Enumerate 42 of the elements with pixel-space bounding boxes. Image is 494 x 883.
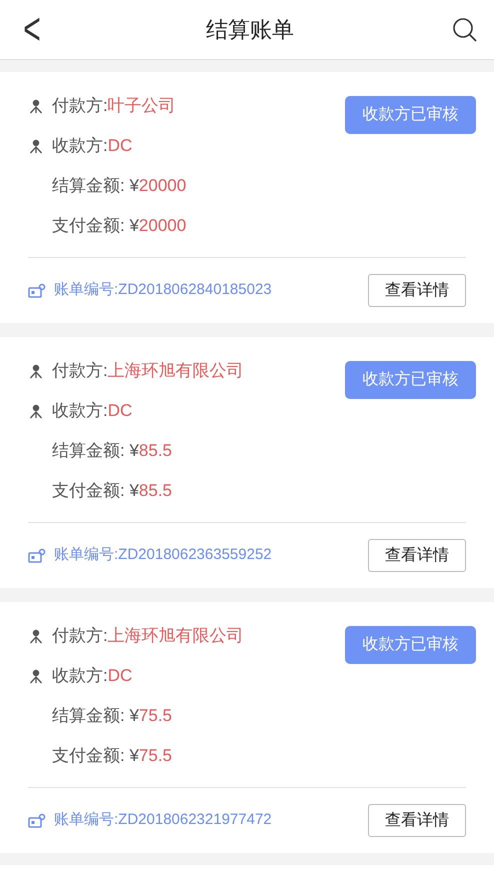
bill-icon (28, 812, 46, 828)
bill-number: 账单编号:ZD2018062840185023 (54, 280, 272, 300)
field-value: 85.5 (138, 440, 172, 462)
bill-number: 账单编号:ZD2018062363559252 (54, 545, 272, 566)
person-icon (28, 98, 44, 114)
back-button[interactable]: < (16, 0, 48, 64)
field-value: 上海环旭有限公司 (108, 360, 244, 382)
field-value: 叶子公司 (108, 95, 176, 118)
field-label: 结算金额: ¥ (52, 175, 139, 198)
field-label: 支付金额: ¥ (52, 745, 139, 768)
person-icon (28, 668, 44, 684)
field-value: 75.5 (138, 745, 172, 768)
field-value: DC (108, 665, 132, 688)
field-value: 上海环旭有限公司 (108, 625, 244, 648)
field-value: 75.5 (138, 705, 172, 728)
field-label: 结算金额: ¥ (52, 440, 139, 462)
field-value: 20000 (138, 175, 186, 198)
field-label: 付款方: (52, 360, 108, 382)
field-label: 付款方: (52, 95, 108, 118)
field-label: 支付金额: ¥ (52, 215, 139, 238)
page-title: 结算账单 (206, 16, 294, 44)
search-icon[interactable] (452, 16, 478, 42)
field-label: 结算金额: ¥ (52, 705, 139, 728)
bill-number: 账单编号:ZD2018062321977472 (54, 810, 272, 830)
field-label: 收款方: (52, 135, 108, 158)
field-value: 85.5 (138, 480, 172, 502)
person-icon (28, 403, 44, 419)
person-icon (28, 628, 44, 644)
person-icon (28, 138, 44, 154)
field-label: 收款方: (52, 400, 108, 422)
field-value: DC (108, 400, 132, 422)
field-label: 收款方: (52, 665, 108, 688)
bill-icon (28, 548, 46, 564)
person-icon (28, 363, 44, 379)
details-button[interactable]: 查看详情 (368, 804, 466, 837)
details-button[interactable]: 查看详情 (368, 274, 466, 307)
field-label: 支付金额: ¥ (52, 480, 139, 502)
field-value: DC (108, 135, 132, 158)
bill-icon (28, 282, 46, 298)
details-button[interactable]: 查看详情 (368, 539, 466, 572)
field-value: 20000 (138, 215, 186, 238)
field-label: 付款方: (52, 625, 108, 648)
